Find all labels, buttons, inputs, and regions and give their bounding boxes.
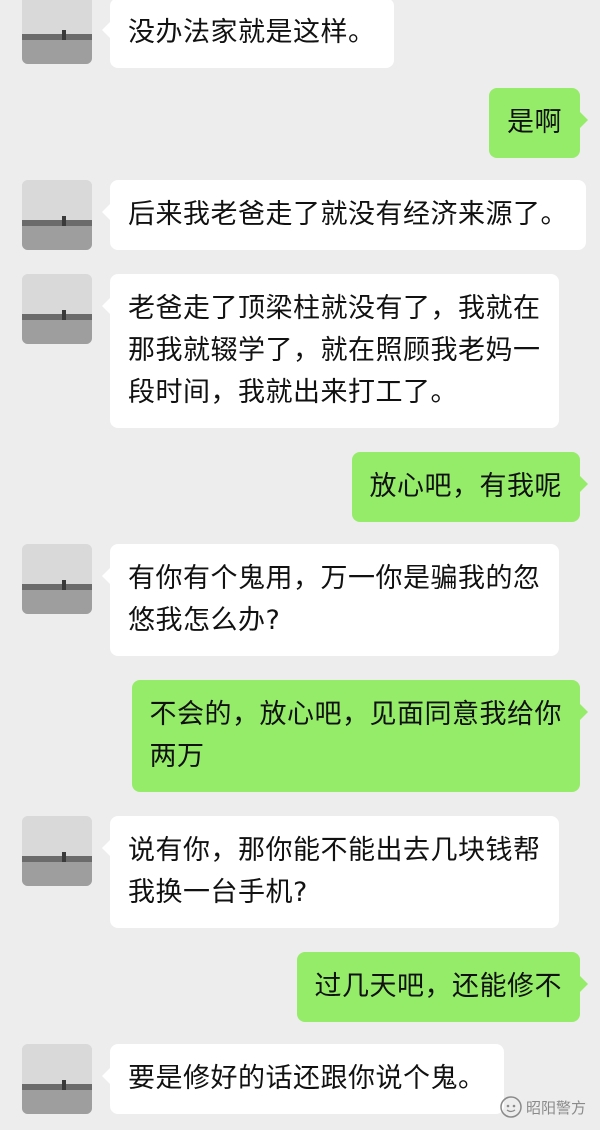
contact-avatar[interactable] (22, 180, 92, 250)
contact-avatar[interactable] (22, 544, 92, 614)
message-bubble[interactable]: 过几天吧，还能修不 (296, 952, 588, 1022)
message-bubble[interactable]: 要是修好的话还跟你说个鬼。 (102, 1044, 504, 1114)
avatar-landscape-icon (22, 0, 92, 64)
avatar-landscape-icon (22, 816, 92, 886)
chat-message-list: 没办法家就是这样。 是啊 后来我老爸走了就没有经济来源了。 老爸走了顶梁柱就没有… (0, 0, 600, 1130)
watermark: 昭阳警方 (500, 1096, 586, 1118)
watermark-label: 昭阳警方 (525, 1098, 586, 1117)
avatar-landscape-icon (22, 544, 92, 614)
message-bubble[interactable]: 有你有个鬼用，万一你是骗我的忽 悠我怎么办? (102, 544, 559, 656)
contact-avatar[interactable] (22, 1044, 92, 1114)
avatar-landscape-icon (22, 180, 92, 250)
message-bubble[interactable]: 没办法家就是这样。 (102, 0, 394, 68)
message-bubble[interactable]: 放心吧，有我呢 (351, 452, 588, 522)
message-bubble[interactable]: 不会的，放心吧，见面同意我给你 两万 (131, 680, 588, 792)
avatar-landscape-icon (22, 1044, 92, 1114)
contact-avatar[interactable] (22, 816, 92, 886)
message-bubble[interactable]: 后来我老爸走了就没有经济来源了。 (102, 180, 586, 250)
avatar-landscape-icon (22, 274, 92, 344)
contact-avatar[interactable] (22, 0, 92, 64)
contact-avatar[interactable] (22, 274, 92, 344)
wechat-channel-icon (500, 1096, 522, 1118)
message-bubble[interactable]: 是啊 (489, 88, 588, 158)
message-bubble[interactable]: 老爸走了顶梁柱就没有了，我就在 那我就辍学了，就在照顾我老妈一 段时间，我就出来… (102, 274, 559, 428)
message-bubble[interactable]: 说有你，那你能不能出去几块钱帮 我换一台手机? (102, 816, 559, 928)
